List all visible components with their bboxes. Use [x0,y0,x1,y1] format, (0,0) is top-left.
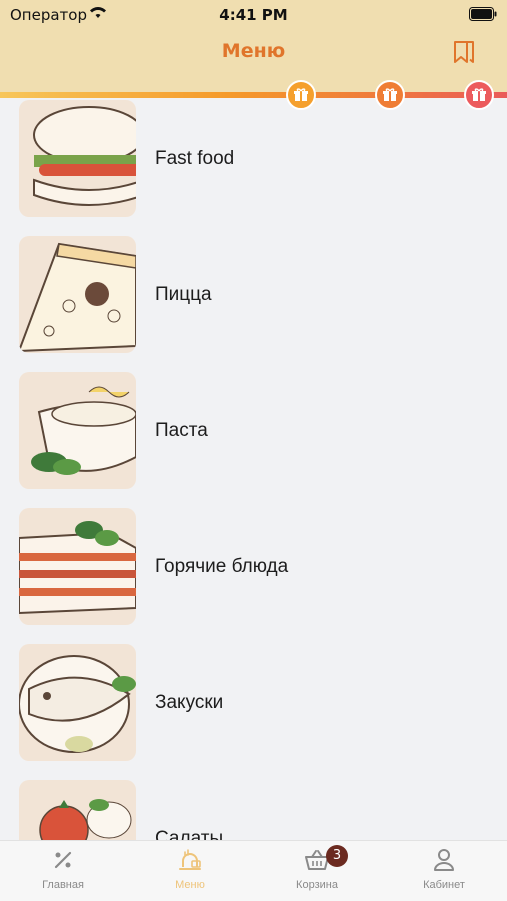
battery-icon [469,7,497,25]
menu-item-label: Горячие блюда [155,556,289,577]
tab-home[interactable]: Главная [0,847,126,891]
menu-item-pizza[interactable]: Пицца [0,236,507,356]
menu-item-hot-dishes[interactable]: Горячие блюда [0,508,507,628]
menu-item-salads[interactable]: Салаты [0,780,507,840]
menu-category-list[interactable]: Fast food Пицца Паста Горячие блюда Заку… [0,100,507,840]
tab-label: Корзина [296,879,338,891]
tab-account[interactable]: Кабинет [381,847,507,891]
page-title: Меню [221,40,286,62]
menu-item-pasta[interactable]: Паста [0,372,507,492]
menu-item-snacks[interactable]: Закуски [0,644,507,764]
menu-item-label: Салаты [155,828,224,840]
tab-menu[interactable]: Меню [127,847,253,891]
tab-bar: Главная Меню 3 Корзина Кабинет [0,840,507,901]
status-bar: Оператор 4:41 PM [0,0,507,30]
dish-icon [179,849,201,870]
menu-item-label: Fast food [155,148,235,169]
lasagna-image [19,508,136,625]
percent-icon [54,851,72,869]
fish-image [19,644,136,761]
header: Оператор 4:41 PM Меню [0,0,507,92]
bonus-progress-bar [0,92,507,98]
burger-image [19,100,136,217]
tab-label: Кабинет [423,879,465,891]
person-icon [434,849,454,871]
tab-label: Главная [42,879,84,891]
bonus-progress-fill [0,92,507,98]
pizza-image [19,236,136,353]
salad-image [19,780,136,840]
bookmark-icon[interactable] [452,40,476,70]
clock: 4:41 PM [219,6,288,24]
menu-item-label: Пицца [155,284,212,305]
tab-label: Меню [175,879,205,891]
menu-item-label: Паста [155,420,208,441]
cart-count-badge: 3 [326,845,348,867]
pasta-image [19,372,136,489]
menu-item-fast-food[interactable]: Fast food [0,100,507,220]
menu-item-label: Закуски [155,692,224,713]
tab-cart[interactable]: 3 Корзина [254,845,380,891]
